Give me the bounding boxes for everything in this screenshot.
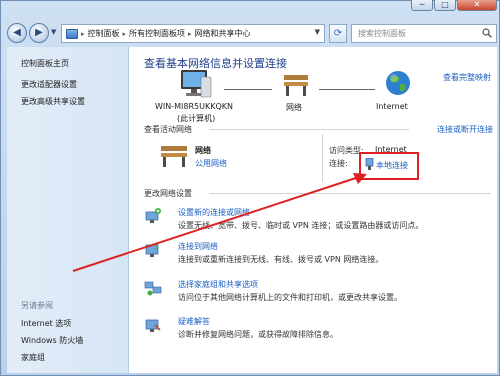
task-desc-homegroup-sharing: 访问位于其他网络计算机上的文件和打印机，或更改共享设置。 (178, 293, 402, 302)
troubleshoot-icon (145, 319, 161, 332)
back-button[interactable]: ◀ (7, 23, 27, 43)
active-network-name: 网络 (195, 146, 211, 155)
sidebar-item-home[interactable]: 控制面板主页 (21, 55, 128, 72)
task-title-troubleshoot[interactable]: 疑难解答 (178, 316, 210, 327)
network-adapter-icon (365, 158, 374, 170)
breadcrumb[interactable]: ▸ 控制面板 ▸ 所有控制面板项 ▸ 网络和共享中心 ▼ (61, 24, 325, 43)
address-bar: ◀ ▶ ▼ ▸ 控制面板 ▸ 所有控制面板项 ▸ 网络和共享中心 ▼ ⟳ 搜索控… (1, 11, 500, 45)
change-settings-heading: 更改网络设置 (144, 189, 192, 198)
forward-button[interactable]: ▶ (29, 23, 49, 43)
local-connection-highlight: 本地连接 (359, 152, 419, 180)
task-desc-connect-network: 连接到或重新连接到无线、有线、拨号或 VPN 网络连接。 (178, 255, 384, 264)
active-networks-heading: 查看活动网络 (144, 125, 192, 134)
breadcrumb-separator-icon[interactable]: ▸ (123, 30, 127, 38)
internet-globe-icon (386, 71, 410, 95)
address-dropdown-icon[interactable]: ▼ (315, 28, 320, 36)
connection-label: 连接: (329, 159, 348, 168)
computer-icon (181, 70, 212, 98)
connect-disconnect-link[interactable]: 连接或断开连接 (437, 124, 493, 135)
divider (209, 129, 409, 130)
task-title-setup-connection[interactable]: 设置新的连接或网络 (178, 207, 250, 218)
sidebar: 控制面板主页 更改适配器设置 更改高级共享设置 另请参阅 Internet 选项… (7, 47, 129, 373)
setup-connection-icon (145, 208, 161, 223)
computer-sub-label: (此计算机) (177, 114, 216, 123)
sidebar-item-firewall[interactable]: Windows 防火墙 (21, 332, 83, 349)
connect-network-icon (145, 242, 159, 257)
homegroup-icon (144, 281, 162, 296)
breadcrumb-separator-icon[interactable]: ▸ (81, 30, 85, 38)
title-bar: ─ □ ✕ (1, 0, 500, 11)
network-name-label: 网络 (286, 103, 302, 112)
map-connector-line (319, 89, 375, 90)
main-panel: 查看基本网络信息并设置连接 查看完整映射 WIN-MI8R5UKKQKN (此计… (129, 47, 497, 373)
task-title-homegroup-sharing[interactable]: 选择家庭组和共享选项 (178, 279, 258, 290)
page-title: 查看基本网络信息并设置连接 (144, 57, 287, 70)
task-desc-setup-connection: 设置无线、宽带、拨号、临时或 VPN 连接；或设置路由器或访问点。 (178, 221, 424, 230)
breadcrumb-item-all-items[interactable]: 所有控制面板项 (129, 28, 185, 39)
control-panel-icon (66, 28, 78, 39)
task-desc-troubleshoot: 诊断并修复网络问题，或获得故障排除信息。 (178, 330, 338, 339)
map-connector-line (224, 89, 272, 90)
sidebar-item-internet-options[interactable]: Internet 选项 (21, 315, 83, 332)
full-map-link[interactable]: 查看完整映射 (443, 72, 491, 83)
sidebar-item-advanced-sharing[interactable]: 更改高级共享设置 (21, 93, 128, 110)
network-bench-icon (161, 146, 187, 167)
search-input[interactable]: 搜索控制面板 (351, 24, 497, 43)
breadcrumb-item-network-center[interactable]: 网络和共享中心 (195, 28, 251, 39)
local-connection-link[interactable]: 本地连接 (376, 160, 408, 171)
sidebar-item-homegroup[interactable]: 家庭组 (21, 349, 83, 366)
search-icon[interactable] (482, 28, 492, 38)
maximize-button[interactable]: □ (434, 0, 456, 11)
window-frame: ─ □ ✕ ◀ ▶ ▼ ▸ 控制面板 ▸ 所有控制面板项 ▸ 网络和共享中心 ▼… (0, 0, 500, 376)
breadcrumb-separator-icon[interactable]: ▸ (188, 30, 192, 38)
close-button[interactable]: ✕ (457, 0, 497, 11)
network-type-link[interactable]: 公用网络 (195, 158, 227, 169)
computer-name: WIN-MI8R5UKKQKN (155, 102, 234, 111)
network-bench-icon (284, 75, 308, 96)
sidebar-item-adapter-settings[interactable]: 更改适配器设置 (21, 76, 128, 93)
vertical-divider (322, 134, 323, 182)
refresh-button[interactable]: ⟳ (329, 24, 347, 43)
internet-label: Internet (376, 102, 408, 111)
recent-pages-dropdown[interactable]: ▼ (51, 28, 56, 36)
divider (209, 193, 491, 194)
search-placeholder: 搜索控制面板 (358, 29, 406, 38)
task-title-connect-network[interactable]: 连接到网络 (178, 241, 218, 252)
minimize-button[interactable]: ─ (411, 0, 433, 11)
breadcrumb-item-control-panel[interactable]: 控制面板 (88, 28, 120, 39)
see-also-heading: 另请参阅 (21, 301, 53, 310)
